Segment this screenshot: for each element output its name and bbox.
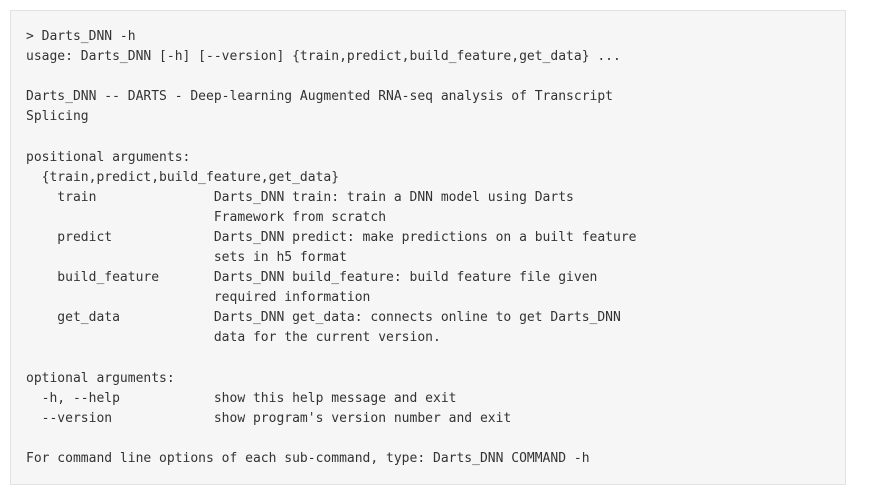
subcommand-build-feature-continued: required information	[26, 290, 371, 306]
subcommand-predict-continued: sets in h5 format	[26, 250, 347, 266]
code-block: > Darts_DNN -h usage: Darts_DNN [-h] [--v…	[10, 10, 846, 485]
subcommand-get-data: get_data Darts_DNN get_data: connects on…	[26, 310, 621, 326]
subcommand-predict: predict Darts_DNN predict: make predicti…	[26, 229, 637, 245]
optional-arguments-heading: optional arguments:	[26, 370, 175, 386]
option-help: -h, --help show this help message and ex…	[26, 390, 457, 406]
description-line: Splicing	[26, 109, 89, 125]
subcommand-choices: {train,predict,build_feature,get_data}	[26, 169, 340, 185]
description-line: Darts_DNN -- DARTS - Deep-learning Augme…	[26, 89, 613, 105]
subcommand-build-feature: build_feature Darts_DNN build_feature: b…	[26, 270, 598, 286]
command-line: > Darts_DNN -h	[26, 29, 136, 44]
subcommand-get-data-continued: data for the current version.	[26, 330, 441, 346]
help-output: > Darts_DNN -h usage: Darts_DNN [-h] [--v…	[26, 27, 830, 469]
positional-arguments-heading: positional arguments:	[26, 149, 191, 165]
usage-line: usage: Darts_DNN [-h] [--version] {train…	[26, 49, 621, 65]
subcommand-train: train Darts_DNN train: train a DNN model…	[26, 189, 574, 205]
option-version: --version show program's version number …	[26, 410, 512, 426]
subcommand-train-continued: Framework from scratch	[26, 209, 387, 225]
footer-line: For command line options of each sub-com…	[26, 450, 590, 466]
